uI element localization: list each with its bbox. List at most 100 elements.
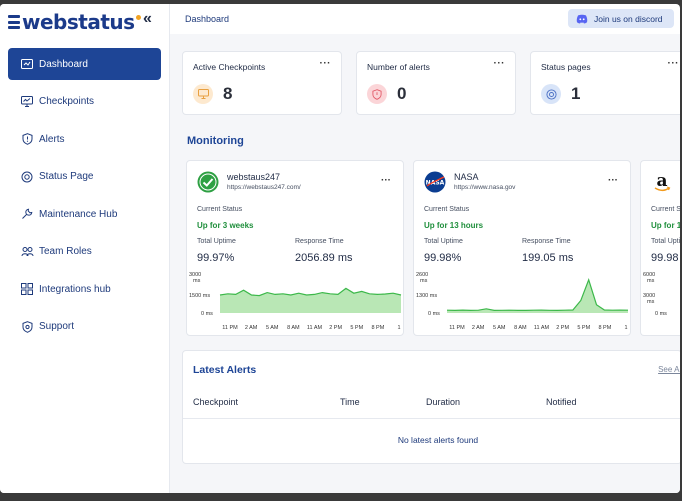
- monitor-card[interactable]: NASA NASA https://www.nasa.gov ··· Curre…: [413, 160, 631, 336]
- more-options-icon[interactable]: ···: [608, 175, 618, 186]
- y-tick-label: 1300 ms: [416, 293, 437, 299]
- site-url[interactable]: https://webstaus247.com/: [227, 184, 301, 191]
- shield-alert-icon: [20, 132, 34, 146]
- total-uptime-label: Total Uptime: [424, 238, 463, 245]
- see-all-link[interactable]: See All: [658, 365, 680, 374]
- latest-alerts-title: Latest Alerts: [193, 364, 257, 376]
- x-tick-label: 2 AM: [472, 325, 485, 331]
- sidebar-item-team-roles[interactable]: Team Roles: [8, 236, 161, 268]
- response-time-value: 199.05 ms: [522, 252, 574, 264]
- response-time-label: Response Time: [295, 238, 344, 245]
- breadcrumb[interactable]: Dashboard: [185, 14, 229, 24]
- discord-icon: [576, 14, 588, 24]
- column-header-notified[interactable]: Notified: [546, 397, 577, 407]
- svg-text:a: a: [656, 171, 667, 191]
- current-status-label: Current Status: [651, 206, 680, 213]
- more-options-icon[interactable]: ···: [320, 58, 332, 69]
- monitor-card[interactable]: webstaus247 https://webstaus247.com/ ···…: [186, 160, 404, 336]
- logo[interactable]: webstatus: [8, 8, 141, 36]
- sidebar-item-label: Support: [39, 321, 75, 332]
- total-uptime-label: Total Uptime: [651, 238, 680, 245]
- y-tick-label: ms: [647, 299, 655, 305]
- amazon-logo-icon: a: [651, 171, 673, 193]
- discord-label: Join us on discord: [594, 13, 663, 24]
- more-options-icon[interactable]: ···: [381, 175, 391, 186]
- sidebar-item-label: Checkpoints: [39, 96, 95, 107]
- column-header-time[interactable]: Time: [340, 397, 360, 407]
- x-tick-label: 8 PM: [371, 325, 384, 331]
- total-uptime-value: 99.98%: [424, 252, 462, 264]
- x-tick-label: 5 PM: [350, 325, 363, 331]
- monitor-icon: [20, 95, 34, 109]
- status-page-icon: [541, 84, 561, 104]
- stat-value: 8: [223, 84, 233, 103]
- sidebar-item-status-page[interactable]: Status Page: [8, 161, 161, 193]
- more-options-icon[interactable]: ···: [668, 58, 680, 69]
- x-tick-label: 2 PM: [556, 325, 569, 331]
- check-badge-icon: [197, 171, 219, 193]
- series-line: [446, 277, 629, 312]
- shield-alert-icon: [367, 84, 387, 104]
- status-page-icon: [20, 170, 34, 184]
- site-name: NASA: [454, 172, 479, 182]
- response-time-value: 2056.89 ms: [295, 252, 353, 264]
- logo-text-web: web: [22, 10, 67, 34]
- sidebar-item-alerts[interactable]: Alerts: [8, 123, 161, 155]
- stat-label: Number of alerts: [367, 62, 430, 72]
- x-tick-label: 2 AM: [245, 325, 258, 331]
- wrench-icon: [20, 207, 34, 221]
- column-header-checkpoint[interactable]: Checkpoint: [193, 397, 238, 407]
- x-tick-label: 5 AM: [493, 325, 506, 331]
- sidebar-item-label: Status Page: [39, 171, 94, 182]
- stat-value: 1: [571, 84, 581, 103]
- x-tick-label: 5 PM: [577, 325, 590, 331]
- x-tick-label: 1: [624, 325, 627, 331]
- response-time-chart: 2600ms1300 ms0 ms11 PM 2 AM 5 AM 8 AM 11 AM 2…: [416, 272, 629, 331]
- nasa-logo-icon: NASA: [424, 171, 446, 193]
- sidebar-item-checkpoints[interactable]: Checkpoints: [8, 86, 161, 118]
- discord-button[interactable]: Join us on discord: [568, 9, 674, 28]
- logo-text-status: status: [66, 10, 135, 34]
- monitor-card[interactable]: a Current Status Up for 1 Total Uptime 9…: [640, 160, 680, 336]
- total-uptime-value: 99.97%: [197, 252, 235, 264]
- stat-number-of-alerts: Number of alerts ··· 0: [356, 51, 516, 115]
- stat-active-checkpoints: Active Checkpoints ··· 8: [182, 51, 342, 115]
- collapse-sidebar-button[interactable]: «: [143, 10, 152, 28]
- logo-bars-icon: [8, 15, 20, 29]
- sidebar-item-label: Alerts: [39, 133, 65, 145]
- monitoring-title: Monitoring: [187, 135, 244, 147]
- total-uptime-label: Total Uptime: [197, 238, 236, 245]
- x-tick-label: 11 AM: [534, 325, 550, 331]
- site-url[interactable]: https://www.nasa.gov: [454, 184, 515, 191]
- y-tick-label: 0 ms: [655, 311, 667, 317]
- sidebar-item-support[interactable]: Support: [8, 311, 161, 343]
- response-time-label: Response Time: [522, 238, 571, 245]
- support-shield-icon: [20, 320, 34, 334]
- current-status-label: Current Status: [197, 206, 243, 213]
- stat-label: Active Checkpoints: [193, 62, 266, 72]
- y-tick-label: 1500 ms: [189, 293, 210, 299]
- x-tick-label: 11 PM: [222, 325, 238, 331]
- column-header-duration[interactable]: Duration: [426, 397, 460, 407]
- x-tick-label: 11 AM: [307, 325, 323, 331]
- more-options-icon[interactable]: ···: [494, 58, 506, 69]
- current-status-value: Up for 3 weeks: [197, 221, 254, 230]
- sidebar-item-maintenance-hub[interactable]: Maintenance Hub: [8, 198, 161, 230]
- stat-status-pages: Status pages ··· 1: [530, 51, 680, 115]
- team-icon: [20, 245, 34, 259]
- y-tick-label: ms: [193, 278, 201, 284]
- y-tick-label: ms: [647, 278, 655, 284]
- x-tick-label: 8 AM: [287, 325, 300, 331]
- divider: [183, 418, 680, 419]
- sidebar-item-label: Integrations hub: [39, 283, 111, 295]
- x-tick-label: 11 PM: [449, 325, 465, 331]
- sidebar-item-integrations-hub[interactable]: Integrations hub: [8, 273, 161, 305]
- x-tick-label: 2 PM: [329, 325, 342, 331]
- sidebar-item-label: Maintenance Hub: [39, 208, 118, 220]
- y-tick-label: 0 ms: [428, 311, 440, 317]
- app-window: webstatus « Dashboard Checkpoints Alerts…: [0, 4, 680, 493]
- integrations-icon: [20, 282, 34, 296]
- site-name: webstaus247: [227, 172, 281, 182]
- stat-value: 0: [397, 84, 407, 103]
- sidebar-item-dashboard[interactable]: Dashboard: [8, 48, 161, 80]
